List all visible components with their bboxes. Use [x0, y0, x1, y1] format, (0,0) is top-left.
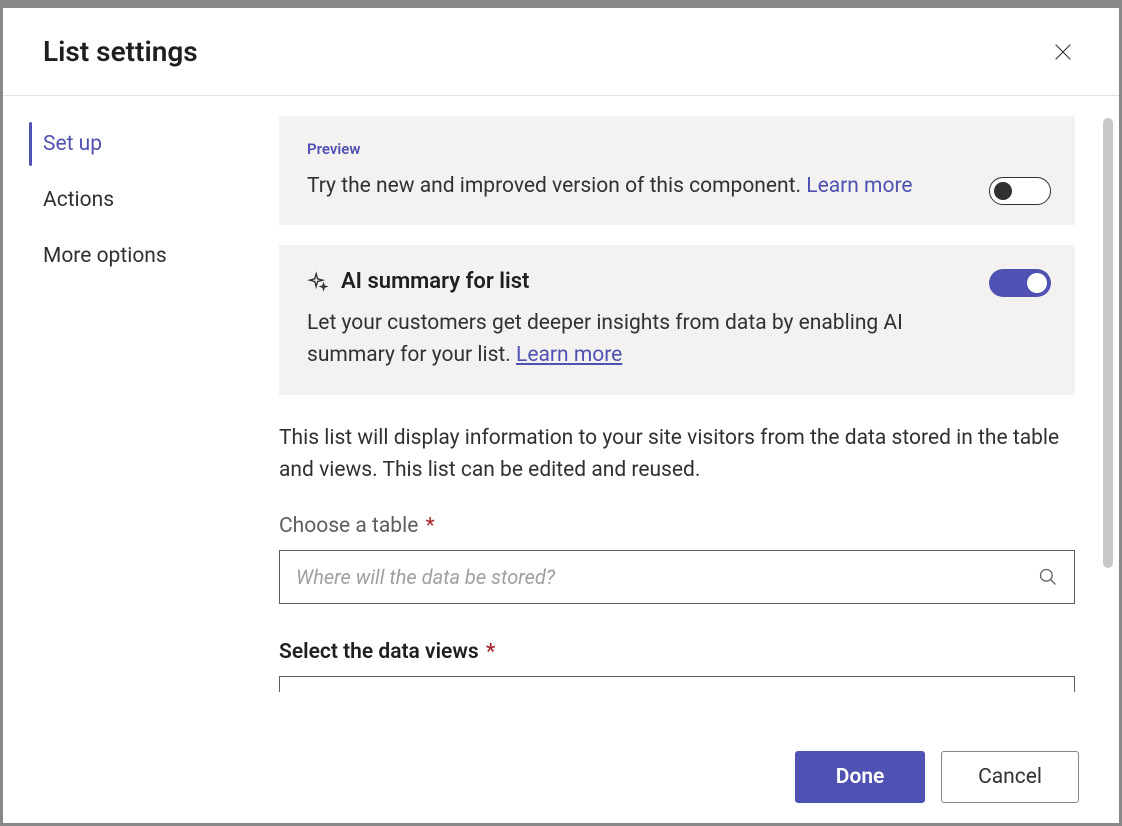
sidebar-item-more-options[interactable]: More options [3, 228, 279, 284]
required-indicator: * [486, 640, 495, 664]
sidebar-item-label: Actions [43, 188, 114, 212]
list-description: This list will display information to yo… [279, 423, 1075, 486]
dialog-body: Set up Actions More options Preview Try … [3, 96, 1119, 731]
preview-learn-more-link[interactable]: Learn more [806, 174, 912, 198]
select-views-box[interactable] [279, 676, 1075, 692]
choose-table-label: Choose a table * [279, 514, 1075, 538]
cancel-button[interactable]: Cancel [941, 751, 1079, 803]
preview-label: Preview [307, 140, 1047, 158]
sidebar-item-label: More options [43, 244, 167, 268]
dialog-title: List settings [43, 35, 198, 68]
preview-toggle[interactable] [989, 177, 1051, 205]
choose-table-input[interactable] [296, 565, 1038, 589]
sidebar-item-actions[interactable]: Actions [3, 172, 279, 228]
dialog-header: List settings [3, 8, 1119, 96]
close-button[interactable] [1047, 36, 1079, 68]
preview-banner: Preview Try the new and improved version… [279, 116, 1075, 225]
sidebar: Set up Actions More options [3, 96, 279, 731]
list-settings-dialog: List settings Set up Actions More option… [3, 8, 1119, 823]
dialog-footer: Done Cancel [3, 731, 1119, 823]
sidebar-item-setup[interactable]: Set up [3, 116, 279, 172]
sidebar-item-label: Set up [43, 132, 102, 156]
choose-table-label-text: Choose a table [279, 514, 418, 538]
sparkle-icon [307, 271, 329, 293]
ai-banner-desc: Let your customers get deeper insights f… [307, 308, 1047, 371]
ai-learn-more-link[interactable]: Learn more [516, 343, 622, 367]
ai-summary-banner: AI summary for list Let your customers g… [279, 245, 1075, 395]
ai-banner-title: AI summary for list [341, 269, 529, 294]
search-icon [1038, 567, 1058, 587]
ai-banner-title-row: AI summary for list [307, 269, 1047, 294]
preview-text-content: Try the new and improved version of this… [307, 174, 806, 198]
close-icon [1052, 41, 1074, 63]
ai-summary-toggle[interactable] [989, 269, 1051, 297]
toggle-knob [994, 182, 1012, 200]
required-indicator: * [426, 514, 435, 538]
done-button[interactable]: Done [795, 751, 925, 803]
toggle-knob [1027, 273, 1047, 293]
content-panel: Preview Try the new and improved version… [279, 96, 1119, 731]
preview-text: Try the new and improved version of this… [307, 172, 1047, 201]
scrollbar[interactable] [1103, 118, 1113, 568]
select-views-label-text: Select the data views [279, 640, 479, 664]
select-views-label: Select the data views * [279, 640, 1075, 664]
choose-table-searchbox[interactable] [279, 550, 1075, 604]
